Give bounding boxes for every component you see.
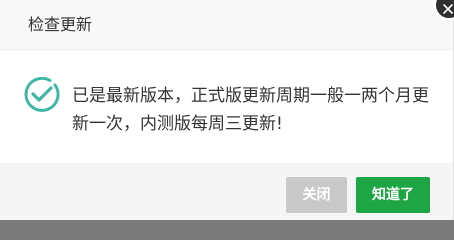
dialog-message: 已是最新版本，正式版更新周期一般一两个月更新一次，内测版每周三更新!	[72, 86, 429, 134]
ok-button[interactable]: 知道了	[356, 177, 430, 213]
dialog-header: 检查更新	[0, 0, 453, 50]
dialog-footer: 关闭 知道了	[0, 163, 453, 220]
close-button[interactable]: 关闭	[286, 177, 347, 213]
close-icon	[443, 4, 453, 14]
check-circle-icon	[24, 76, 60, 112]
update-check-dialog: 检查更新 已是最新版本，正式版更新周期一般一两个月更新一次，内测版每周三更新! …	[0, 0, 454, 220]
dialog-title: 检查更新	[28, 15, 93, 34]
dialog-body: 已是最新版本，正式版更新周期一般一两个月更新一次，内测版每周三更新!	[0, 50, 453, 163]
